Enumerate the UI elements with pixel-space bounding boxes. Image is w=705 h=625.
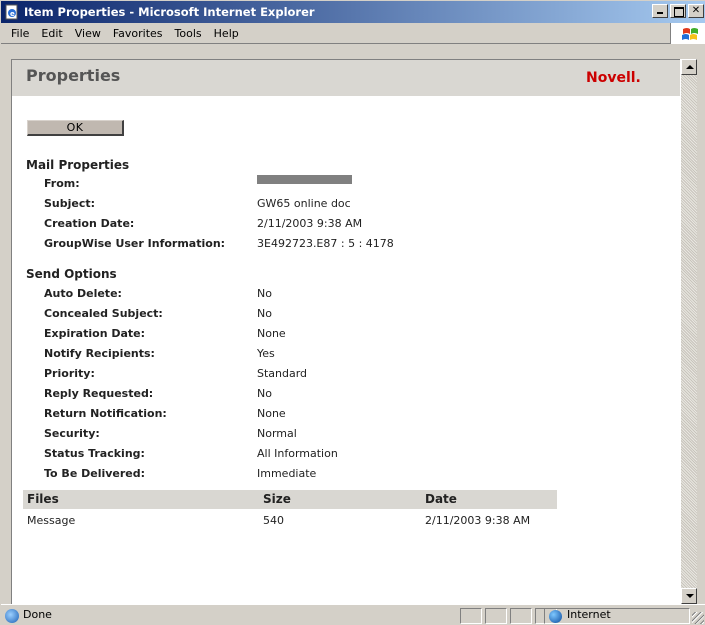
file-size-cell: 540 — [263, 514, 284, 527]
ie-page-done-icon — [5, 609, 19, 623]
zone-text: Internet — [567, 608, 611, 621]
status-pane-1 — [460, 608, 482, 624]
windows-logo-icon — [670, 23, 705, 44]
ie-page-icon: e — [4, 4, 20, 20]
security-label: Security: — [44, 427, 100, 440]
zone-pane — [544, 608, 690, 624]
novell-logo: Novell. — [586, 70, 641, 86]
close-icon: ✕ — [691, 5, 701, 16]
page-header: Properties Novell. — [12, 60, 680, 96]
concealed-subject-label: Concealed Subject: — [44, 307, 163, 320]
menu-file[interactable]: File — [5, 27, 35, 40]
menu-file-label: File — [11, 26, 30, 40]
scroll-up-button[interactable] — [681, 59, 697, 75]
scroll-down-button[interactable] — [681, 588, 697, 604]
page-content: Properties Novell. OK Mail Properties Fr… — [11, 59, 680, 604]
internet-zone-icon — [549, 610, 562, 623]
notify-recipients-label: Notify Recipients: — [44, 347, 155, 360]
file-date-cell: 2/11/2003 9:38 AM — [425, 514, 531, 527]
menu-view[interactable]: View — [69, 27, 107, 40]
page-title: Properties — [26, 66, 121, 85]
return-notification-label: Return Notification: — [44, 407, 167, 420]
subject-label: Subject: — [44, 197, 96, 210]
file-name-cell[interactable]: Message — [27, 514, 75, 527]
menu-favorites-label: Favorites — [112, 26, 163, 40]
auto-delete-label: Auto Delete: — [44, 287, 122, 300]
files-column-header: Files — [27, 492, 59, 506]
status-pane-3 — [510, 608, 532, 624]
security-value: Normal — [257, 427, 297, 440]
status-text: Done — [23, 608, 52, 621]
menu-tools-label: Tools — [174, 26, 202, 40]
menu-help[interactable]: Help — [208, 27, 245, 40]
creation-date-label: Creation Date: — [44, 217, 135, 230]
to-be-delivered-label: To Be Delivered: — [44, 467, 146, 480]
from-value-redacted — [257, 175, 352, 184]
concealed-subject-value: No — [257, 307, 272, 320]
vertical-scrollbar[interactable] — [680, 59, 697, 604]
priority-label: Priority: — [44, 367, 95, 380]
expiration-date-label: Expiration Date: — [44, 327, 146, 340]
to-be-delivered-value: Immediate — [257, 467, 317, 480]
maximize-button[interactable] — [670, 4, 686, 18]
return-notification-value: None — [257, 407, 286, 420]
expiration-date-value: None — [257, 327, 286, 340]
files-table-header: Files Size Date — [23, 490, 557, 509]
close-button[interactable]: ✕ — [688, 4, 704, 18]
notify-recipients-value: Yes — [257, 347, 275, 360]
menu-favorites[interactable]: Favorites — [107, 27, 169, 40]
from-label: From: — [44, 177, 80, 190]
creation-date-value: 2/11/2003 9:38 AM — [257, 217, 363, 230]
status-pane-2 — [485, 608, 507, 624]
send-options-heading: Send Options — [26, 267, 117, 281]
menu-edit-label: Edit — [41, 26, 63, 40]
window-title: Item Properties - Microsoft Internet Exp… — [24, 5, 315, 19]
mail-properties-heading: Mail Properties — [26, 158, 130, 172]
browser-window: e Item Properties - Microsoft Internet E… — [0, 0, 705, 625]
size-column-header: Size — [263, 492, 291, 506]
svg-text:e: e — [10, 10, 15, 18]
user-info-value: 3E492723.E87 : 5 : 4178 — [257, 237, 394, 250]
date-column-header: Date — [425, 492, 457, 506]
status-tracking-value: All Information — [257, 447, 338, 460]
minimize-button[interactable] — [652, 4, 668, 18]
menu-tools[interactable]: Tools — [169, 27, 208, 40]
reply-requested-value: No — [257, 387, 272, 400]
resize-grip-icon[interactable] — [692, 612, 704, 624]
priority-value: Standard — [257, 367, 308, 380]
menu-view-label: View — [74, 26, 101, 40]
subject-value: GW65 online doc — [257, 197, 351, 210]
auto-delete-value: No — [257, 287, 272, 300]
user-info-label: GroupWise User Information: — [44, 237, 226, 250]
menu-help-label: Help — [213, 26, 239, 40]
menu-bar: File Edit View Favorites Tools Help — [1, 23, 705, 44]
reply-requested-label: Reply Requested: — [44, 387, 154, 400]
status-bar: Done Internet — [1, 604, 705, 625]
title-bar[interactable]: e Item Properties - Microsoft Internet E… — [1, 1, 705, 23]
ok-button[interactable]: OK — [27, 120, 124, 136]
status-tracking-label: Status Tracking: — [44, 447, 145, 460]
menu-edit[interactable]: Edit — [35, 27, 68, 40]
